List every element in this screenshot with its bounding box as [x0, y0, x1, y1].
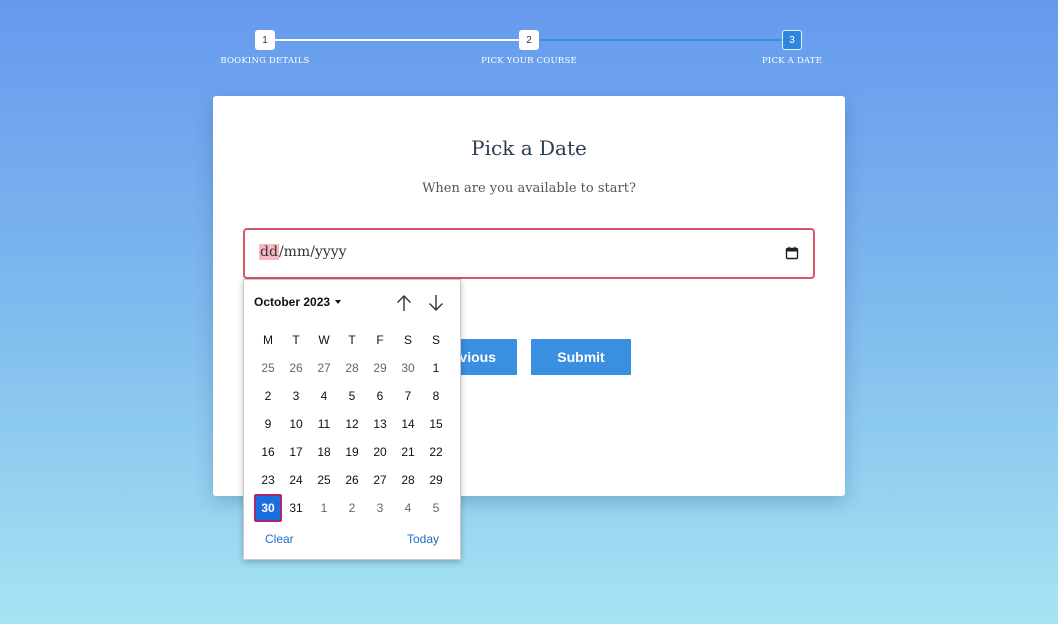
step-3-marker: 3 — [782, 30, 802, 50]
step-2-marker: 2 — [519, 30, 539, 50]
weekday-header: S — [431, 333, 440, 347]
calendar-day[interactable]: 17 — [282, 438, 310, 466]
calendar-day[interactable]: 1 — [310, 494, 338, 522]
submit-button[interactable]: Submit — [531, 339, 631, 375]
calendar-day[interactable]: 24 — [282, 466, 310, 494]
calendar-day[interactable]: 16 — [254, 438, 282, 466]
calendar-day[interactable]: 11 — [310, 410, 338, 438]
date-year-segment[interactable]: yyyy — [315, 244, 347, 260]
calendar-day[interactable]: 18 — [310, 438, 338, 466]
calendar-day[interactable]: 10 — [282, 410, 310, 438]
calendar-day[interactable]: 25 — [310, 466, 338, 494]
progress-line-current — [534, 39, 788, 41]
datepicker-popup: October 2023 M T W T F S S 25 26 27 28 29 30 1 2 3 4 5 6 7 8… — [243, 279, 461, 560]
calendar-day[interactable]: 15 — [422, 410, 450, 438]
calendar-day[interactable]: 5 — [422, 494, 450, 522]
arrow-up-icon[interactable] — [394, 292, 414, 314]
calendar-day[interactable]: 31 — [282, 494, 310, 522]
date-month-segment[interactable]: mm — [284, 244, 311, 260]
calendar-day[interactable]: 27 — [310, 354, 338, 382]
page-title: Pick a Date — [471, 136, 587, 160]
weekday-header: F — [376, 333, 384, 347]
stepper: 1 BOOKING DETAILS 2 PICK YOUR COURSE 3 P… — [0, 0, 1058, 80]
date-input[interactable]: dd / mm / yyyy — [243, 228, 815, 279]
calendar-day[interactable]: 4 — [394, 494, 422, 522]
page-subtitle: When are you available to start? — [422, 181, 636, 196]
calendar-day[interactable]: 26 — [338, 466, 366, 494]
calendar-day[interactable]: 6 — [366, 382, 394, 410]
calendar-day[interactable]: 4 — [310, 382, 338, 410]
calendar-day[interactable]: 29 — [422, 466, 450, 494]
calendar-day[interactable]: 13 — [366, 410, 394, 438]
step-2-label: PICK YOUR COURSE — [481, 56, 577, 66]
weekday-header: T — [292, 333, 300, 347]
calendar-day[interactable]: 3 — [366, 494, 394, 522]
clear-button[interactable]: Clear — [265, 532, 294, 546]
calendar-day[interactable]: 22 — [422, 438, 450, 466]
caret-down-icon — [335, 300, 342, 304]
calendar-day[interactable]: 20 — [366, 438, 394, 466]
arrow-down-icon[interactable] — [426, 292, 446, 314]
calendar-day[interactable]: 8 — [422, 382, 450, 410]
calendar-day[interactable]: 14 — [394, 410, 422, 438]
calendar-day[interactable]: 2 — [338, 494, 366, 522]
calendar-day[interactable]: 5 — [338, 382, 366, 410]
weekday-header: T — [348, 333, 356, 347]
step-3-label: PICK A DATE — [761, 56, 823, 66]
calendar-day[interactable]: 29 — [366, 354, 394, 382]
step-1-label: BOOKING DETAILS — [220, 56, 310, 66]
calendar-day[interactable]: 12 — [338, 410, 366, 438]
progress-line-complete — [270, 39, 525, 41]
calendar-day[interactable]: 7 — [394, 382, 422, 410]
calendar-day[interactable]: 19 — [338, 438, 366, 466]
calendar-day-selected[interactable]: 30 — [254, 494, 282, 522]
weekday-header: W — [318, 333, 330, 347]
calendar-day[interactable]: 26 — [282, 354, 310, 382]
today-button[interactable]: Today — [407, 532, 439, 546]
calendar-icon[interactable] — [785, 246, 799, 260]
calendar-day[interactable]: 27 — [366, 466, 394, 494]
calendar-day[interactable]: 30 — [394, 354, 422, 382]
calendar-day[interactable]: 9 — [254, 410, 282, 438]
month-year-label: October 2023 — [254, 295, 331, 309]
calendar-day[interactable]: 28 — [338, 354, 366, 382]
calendar-day[interactable]: 25 — [254, 354, 282, 382]
weekday-header: S — [403, 333, 412, 347]
calendar-day[interactable]: 2 — [254, 382, 282, 410]
calendar-day[interactable]: 23 — [254, 466, 282, 494]
date-day-segment[interactable]: dd — [259, 244, 279, 260]
date-input-value[interactable]: dd / mm / yyyy — [259, 244, 347, 260]
calendar-day[interactable]: 21 — [394, 438, 422, 466]
month-year-selector[interactable]: October 2023 — [254, 295, 342, 309]
weekday-header: M — [263, 333, 273, 347]
calendar-day[interactable]: 28 — [394, 466, 422, 494]
calendar-day[interactable]: 3 — [282, 382, 310, 410]
step-1-marker: 1 — [255, 30, 275, 50]
calendar-day[interactable]: 1 — [422, 354, 450, 382]
